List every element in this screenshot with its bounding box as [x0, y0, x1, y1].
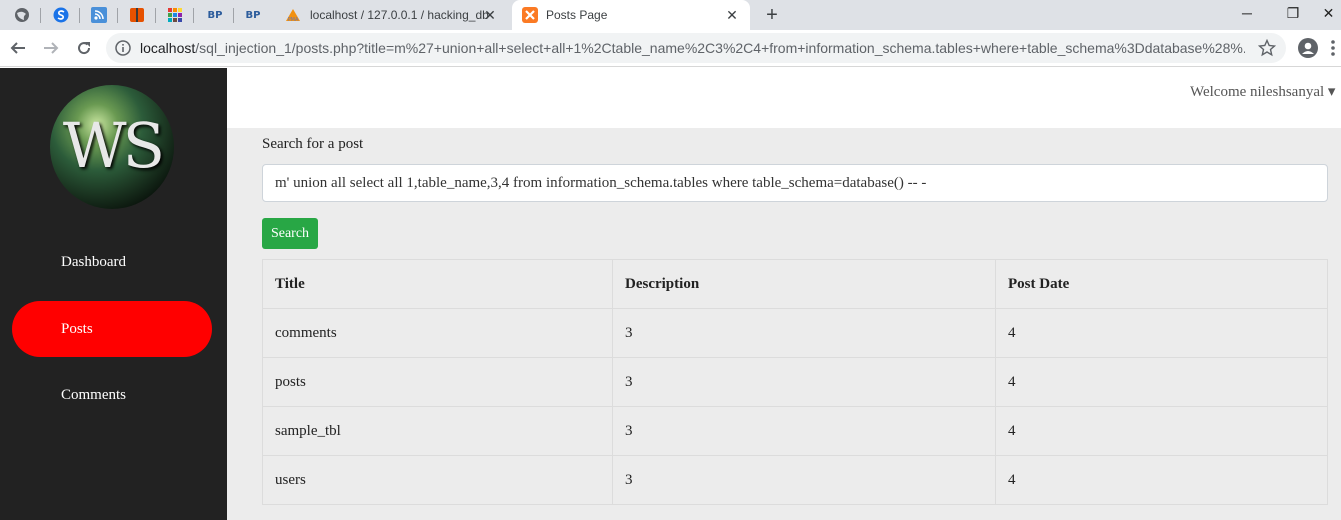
sidebar-item-dashboard[interactable]: Dashboard: [12, 234, 212, 290]
pinned-tab[interactable]: [3, 0, 41, 30]
cell-post-date: 4: [995, 406, 1328, 456]
new-tab-button[interactable]: +: [760, 3, 784, 27]
url-path: /sql_injection_1/posts.php?title=m%27+un…: [195, 40, 1245, 56]
cell-description: 3: [612, 406, 996, 456]
pinned-tab[interactable]: BP: [196, 0, 234, 30]
pinned-tab[interactable]: BP: [234, 0, 272, 30]
site-logo[interactable]: WS: [50, 85, 174, 209]
more-menu-icon[interactable]: [1330, 38, 1336, 58]
posts-table: Title Description Post Date comments 3 4…: [262, 259, 1328, 505]
minimize-button[interactable]: ─: [1224, 0, 1270, 30]
back-button[interactable]: [4, 34, 32, 62]
sidebar-item-posts[interactable]: Posts: [12, 301, 212, 357]
close-icon[interactable]: ✕: [482, 7, 498, 23]
table-row: sample_tbl 3 4: [262, 406, 1328, 456]
sidebar-item-comments[interactable]: Comments: [12, 367, 212, 423]
account-icon[interactable]: [1298, 38, 1318, 58]
main-content: Search for a post m' union all select al…: [227, 128, 1341, 520]
tab-title: localhost / 127.0.0.1 / hacking_db: [310, 8, 489, 22]
tab-posts-page[interactable]: Posts Page ✕: [512, 0, 750, 30]
address-bar[interactable]: localhost/sql_injection_1/posts.php?titl…: [106, 33, 1286, 63]
pinned-tab[interactable]: [156, 0, 194, 30]
search-label: Search for a post: [262, 136, 364, 152]
cell-title: users: [262, 455, 613, 505]
tab-phpmyadmin[interactable]: PMA localhost / 127.0.0.1 / hacking_db ✕: [278, 0, 508, 30]
logo-text: WS: [62, 109, 165, 182]
tab-title: Posts Page: [546, 8, 608, 22]
pinned-tab[interactable]: [118, 0, 156, 30]
cell-title: sample_tbl: [262, 406, 613, 456]
cell-description: 3: [612, 308, 996, 358]
url-text: localhost/sql_injection_1/posts.php?titl…: [140, 40, 1245, 57]
table-row: users 3 4: [262, 455, 1328, 505]
column-header-description: Description: [612, 259, 996, 309]
bp-icon: BP: [245, 9, 261, 21]
svg-text:PMA: PMA: [288, 17, 299, 23]
grid-icon: [168, 8, 182, 22]
table-row: comments 3 4: [262, 308, 1328, 358]
cell-post-date: 4: [995, 357, 1328, 407]
swirl-icon: [53, 7, 69, 23]
arrow-right-icon: [44, 42, 59, 54]
top-bar: Welcome nileshsanyal ▾: [227, 68, 1341, 128]
feed-icon: [91, 7, 107, 23]
url-host: localhost: [140, 40, 196, 56]
close-window-button[interactable]: ✕: [1316, 0, 1341, 30]
forward-button[interactable]: [37, 34, 65, 62]
tab-strip: BP BP PMA localhost / 127.0.0.1 / hackin…: [0, 0, 1341, 30]
bp-icon: BP: [207, 9, 223, 21]
star-icon[interactable]: [1258, 39, 1276, 57]
arrow-left-icon: [10, 42, 25, 54]
search-input[interactable]: m' union all select all 1,table_name,3,4…: [262, 164, 1328, 202]
pinned-tab[interactable]: [42, 0, 80, 30]
cell-description: 3: [612, 455, 996, 505]
restore-button[interactable]: ❐: [1270, 0, 1316, 30]
info-icon[interactable]: [115, 40, 131, 56]
sidebar: WS Dashboard Posts Comments: [0, 68, 227, 520]
column-header-post-date: Post Date: [995, 259, 1328, 309]
close-icon[interactable]: ✕: [724, 7, 740, 23]
table-header-row: Title Description Post Date: [262, 259, 1328, 309]
cell-title: posts: [262, 357, 613, 407]
book-icon: [130, 8, 144, 22]
pinned-tab[interactable]: [80, 0, 118, 30]
cell-title: comments: [262, 308, 613, 358]
browser-toolbar: localhost/sql_injection_1/posts.php?titl…: [0, 30, 1341, 67]
cell-post-date: 4: [995, 455, 1328, 505]
table-row: posts 3 4: [262, 357, 1328, 407]
reload-button[interactable]: [70, 34, 98, 62]
xampp-icon: [522, 7, 538, 23]
phpmyadmin-icon: PMA: [286, 9, 300, 23]
cell-description: 3: [612, 357, 996, 407]
column-header-title: Title: [262, 259, 613, 309]
user-menu[interactable]: Welcome nileshsanyal ▾: [1190, 82, 1335, 101]
reload-icon: [78, 42, 91, 55]
search-button[interactable]: Search: [262, 218, 318, 249]
globe-icon: [15, 8, 29, 22]
cell-post-date: 4: [995, 308, 1328, 358]
